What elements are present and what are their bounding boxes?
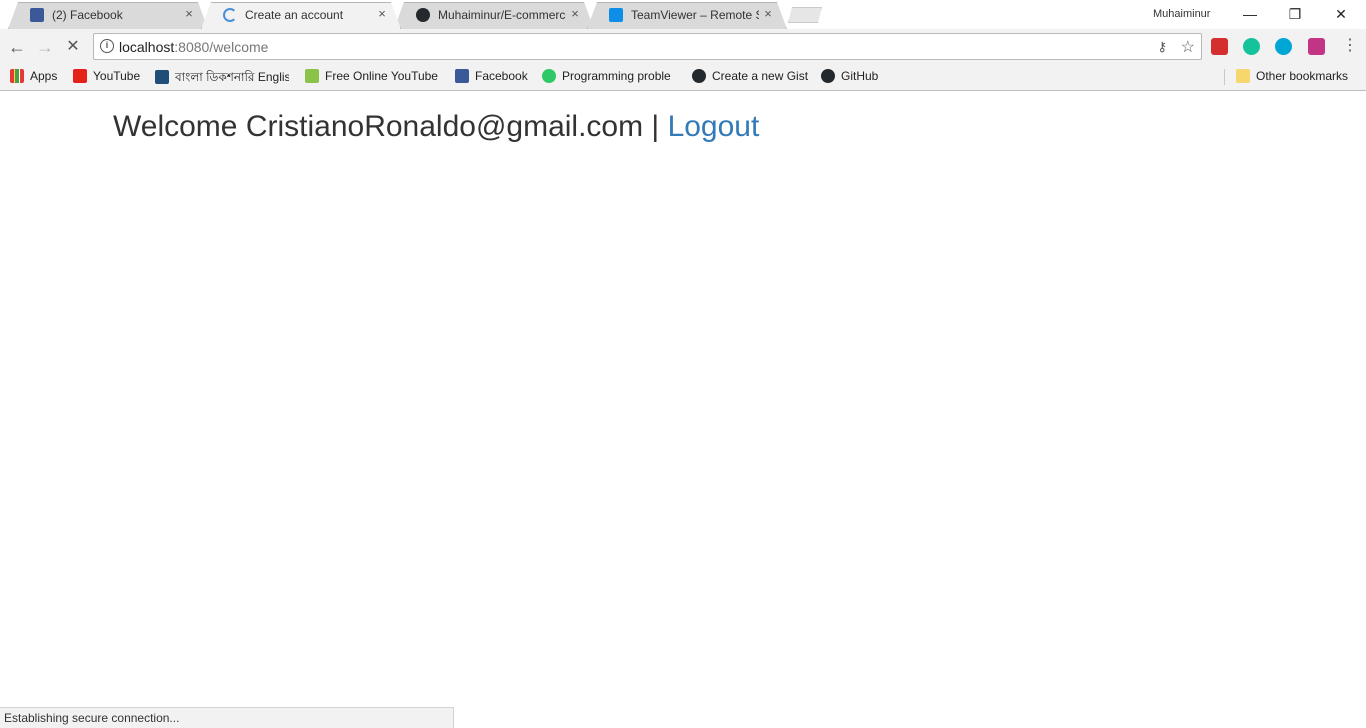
tab-facebook[interactable]: (2) Facebook × [8, 2, 208, 29]
extension-red-icon[interactable] [1211, 38, 1228, 55]
bookmarks-divider [1224, 69, 1225, 85]
tab-title: Muhaiminur/E-commerce [438, 8, 566, 22]
browser-toolbar: ← → ✕ i localhost:8080/welcome ⚷ ☆ ⋮ [0, 29, 1366, 64]
bookmark-apps[interactable]: Apps [10, 69, 57, 87]
title-bar: (2) Facebook × Muhaiminur/E-commerce × T… [0, 0, 1366, 29]
status-bar: Establishing secure connection... [0, 707, 454, 728]
folder-icon [1236, 69, 1250, 83]
loading-spinner-icon [223, 8, 237, 22]
profile-name[interactable]: Muhaiminur [1153, 8, 1210, 20]
url-path: :8080/welcome [174, 39, 269, 55]
hackerrank-icon [542, 69, 556, 83]
welcome-text: Welcome CristianoRonaldo@gmail.com | [113, 110, 668, 143]
new-tab-button[interactable] [788, 7, 822, 23]
tab-close-button[interactable]: × [761, 6, 775, 22]
bookmark-youtube[interactable]: YouTube [73, 69, 140, 87]
info-icon[interactable]: i [100, 39, 114, 53]
instagram-icon[interactable] [1308, 38, 1325, 55]
close-window-button[interactable]: ✕ [1318, 3, 1364, 25]
tab-close-button[interactable]: × [182, 6, 196, 22]
github-icon [692, 69, 706, 83]
address-bar[interactable]: i localhost:8080/welcome ⚷ ☆ [93, 33, 1202, 60]
github-icon [416, 8, 430, 22]
restore-button[interactable]: ❐ [1272, 3, 1318, 25]
youtube-icon [73, 69, 87, 83]
welcome-heading: Welcome CristianoRonaldo@gmail.com | Log… [113, 110, 759, 144]
tab-create-account[interactable]: Create an account × [201, 2, 401, 29]
bookmark-star-icon[interactable]: ☆ [1181, 37, 1195, 57]
download-arrow-icon [305, 69, 319, 83]
stop-loading-button[interactable]: ✕ [61, 35, 85, 59]
tab-github[interactable]: Muhaiminur/E-commerce × [394, 2, 594, 29]
bookmarks-bar: Apps YouTube বাংলা ডিকশনারি English Free… [0, 64, 1366, 91]
forward-button[interactable]: → [33, 35, 57, 59]
menu-icon[interactable]: ⋮ [1342, 36, 1358, 56]
bookmark-free-online-youtube[interactable]: Free Online YouTube [305, 69, 439, 87]
tab-teamviewer[interactable]: TeamViewer – Remote Su × [587, 2, 787, 29]
dictionary-icon [155, 70, 169, 84]
grammarly-blue-icon[interactable] [1275, 38, 1292, 55]
url-host: localhost [119, 39, 175, 55]
bookmark-bangla-dictionary[interactable]: বাংলা ডিকশনারি English [155, 69, 289, 87]
key-icon[interactable]: ⚷ [1157, 39, 1167, 55]
tab-title: (2) Facebook [52, 8, 123, 22]
url-text[interactable]: localhost:8080/welcome [119, 39, 268, 55]
tab-close-button[interactable]: × [568, 6, 582, 22]
teamviewer-icon [609, 8, 623, 22]
grammarly-icon[interactable] [1243, 38, 1260, 55]
facebook-icon [30, 8, 44, 22]
minimize-button[interactable]: — [1227, 3, 1273, 25]
bookmark-programming-problems[interactable]: Programming proble [542, 69, 678, 87]
back-button[interactable]: ← [5, 35, 29, 59]
logout-link[interactable]: Logout [668, 110, 760, 143]
page-content: Welcome CristianoRonaldo@gmail.com | Log… [0, 91, 1366, 728]
facebook-icon [455, 69, 469, 83]
apps-grid-icon [10, 69, 24, 83]
bookmark-github[interactable]: GitHub [821, 69, 878, 87]
github-icon [821, 69, 835, 83]
bookmark-create-gist[interactable]: Create a new Gist [692, 69, 808, 87]
tab-title: Create an account [245, 8, 344, 22]
tab-title: TeamViewer – Remote Su [631, 8, 759, 22]
bookmark-facebook[interactable]: Facebook [455, 69, 528, 87]
tab-close-button[interactable]: × [375, 6, 389, 22]
other-bookmarks[interactable]: Other bookmarks [1236, 69, 1348, 87]
